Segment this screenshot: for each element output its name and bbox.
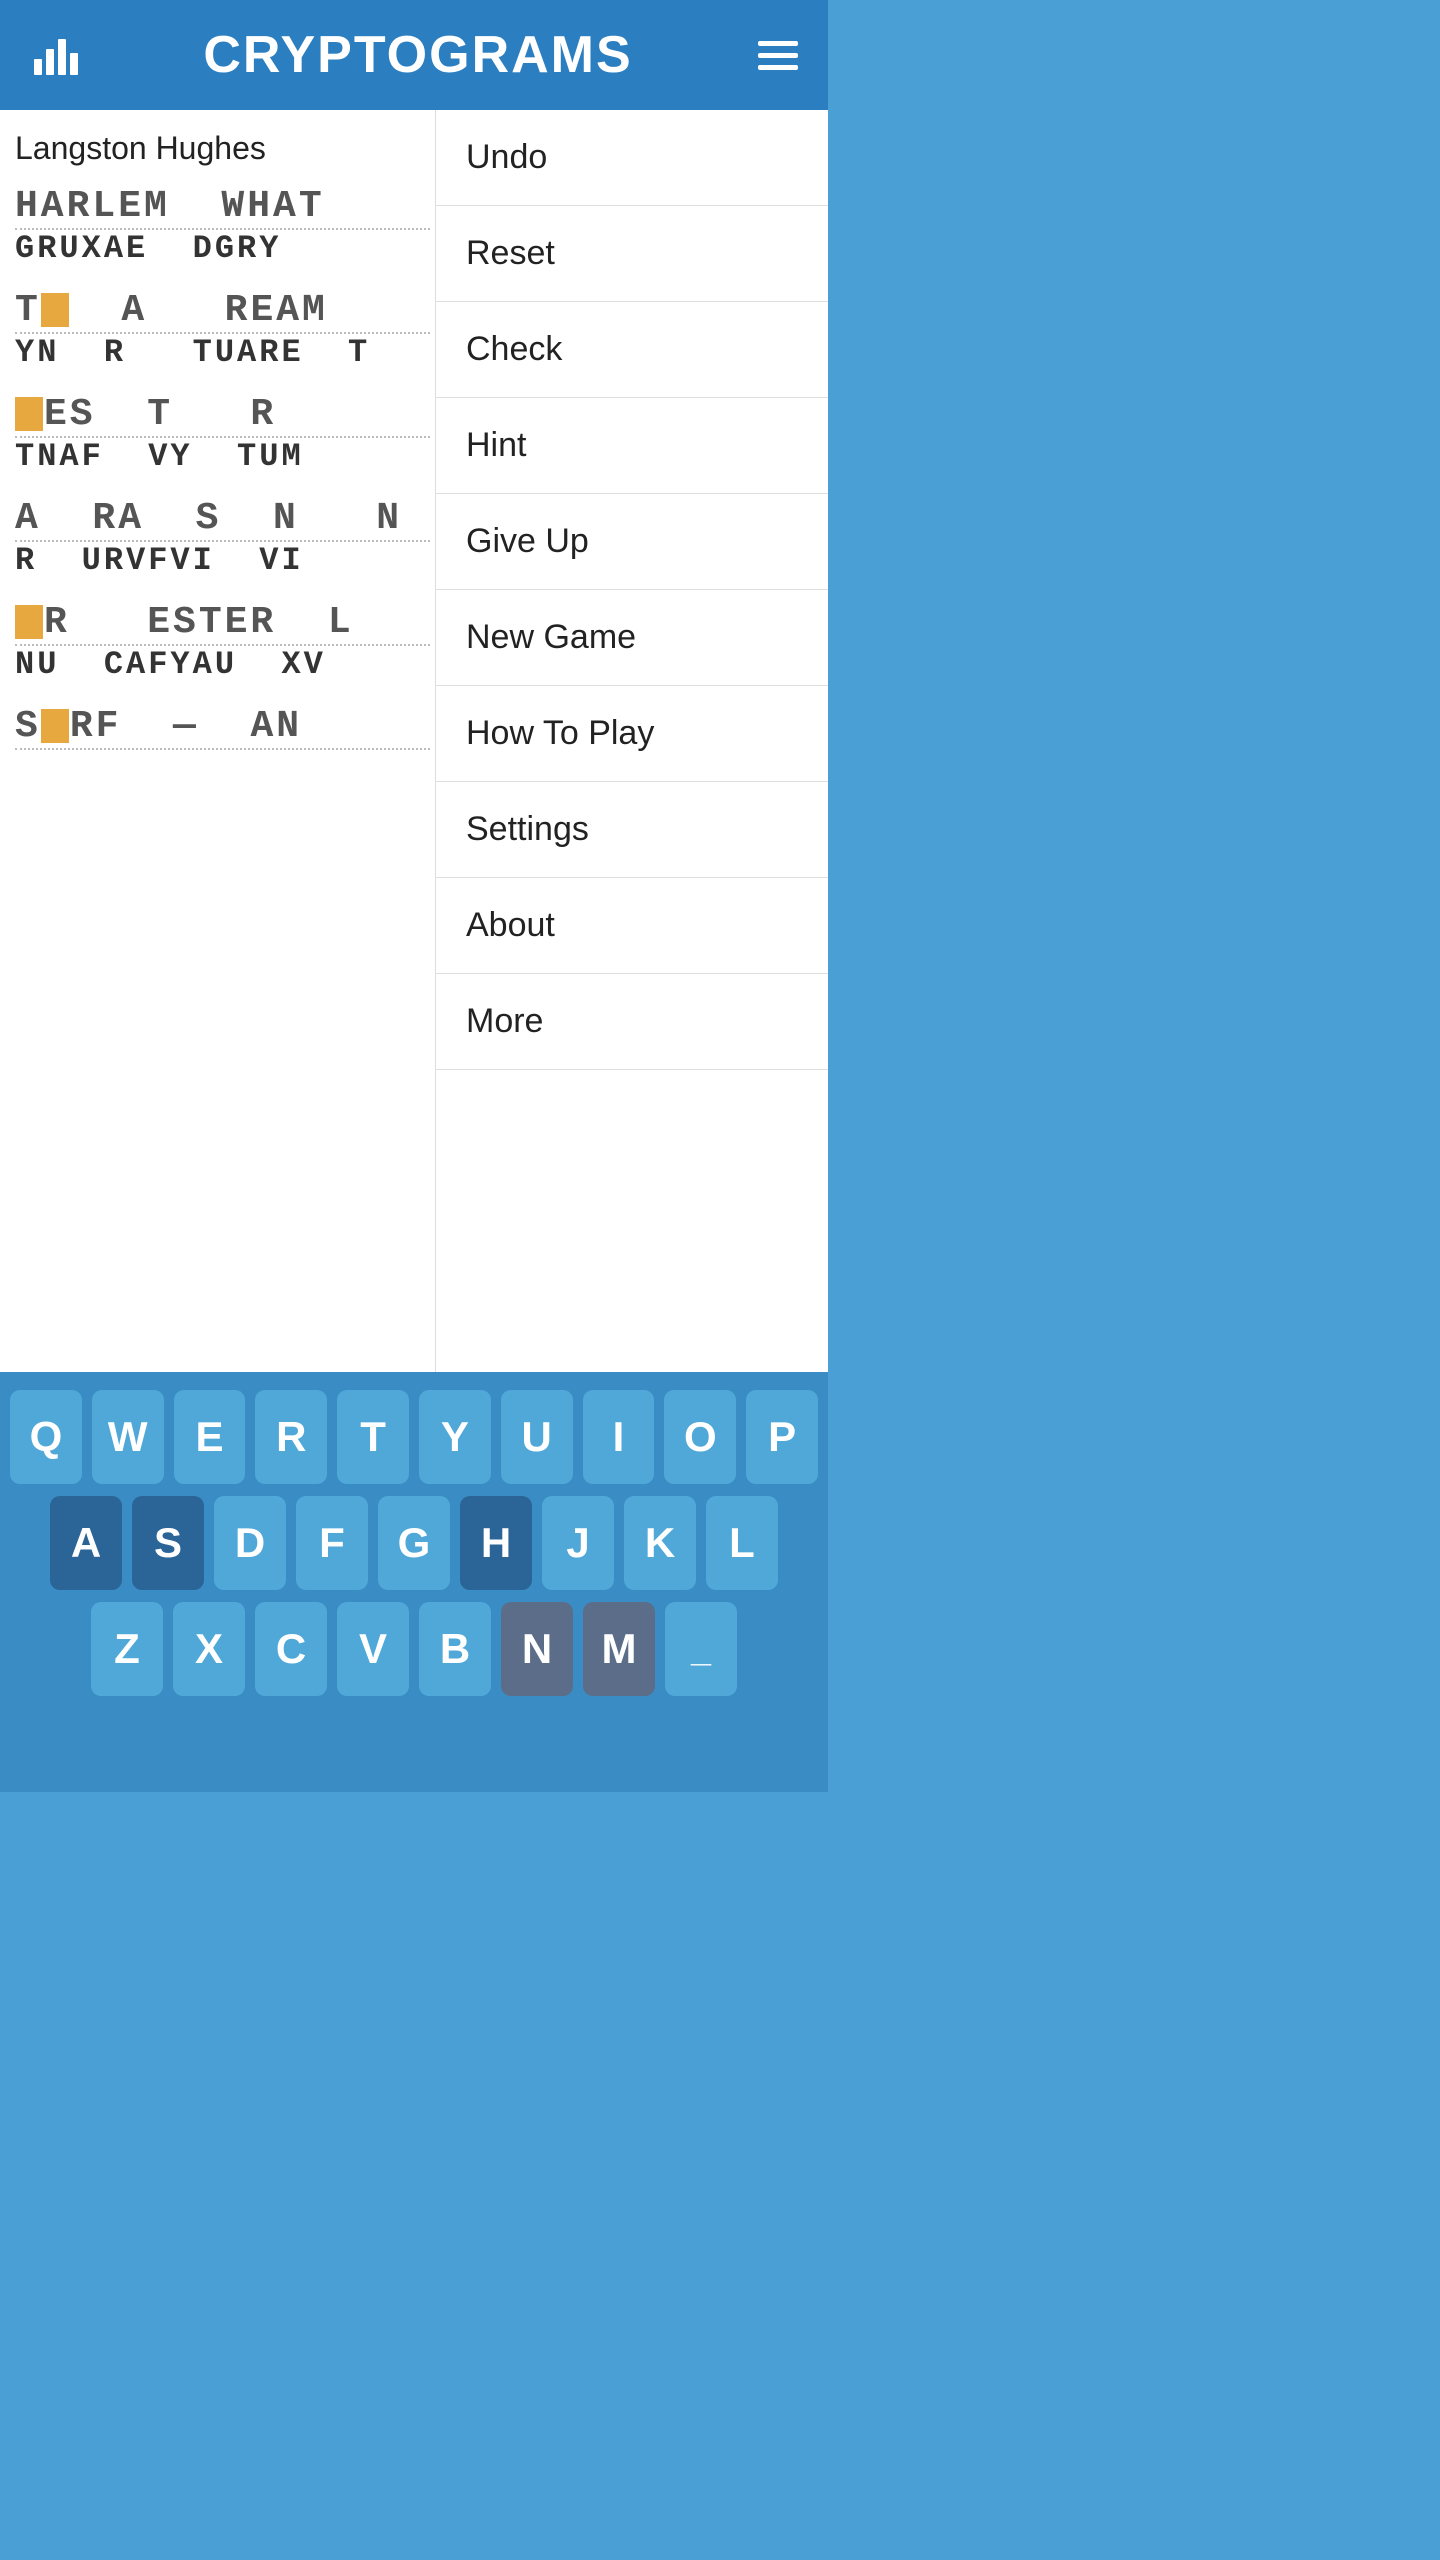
key-c[interactable]: C bbox=[255, 1602, 327, 1696]
decoded-line-1: GRUXAE DGRY bbox=[15, 228, 430, 267]
puzzle-line-pair-4: A RA S N N R URVFVI VI bbox=[15, 497, 430, 579]
key-u[interactable]: U bbox=[501, 1390, 573, 1484]
key-w[interactable]: W bbox=[92, 1390, 164, 1484]
key-s[interactable]: S bbox=[132, 1496, 204, 1590]
keyboard-row-3: Z X C V B N M _ bbox=[10, 1602, 818, 1696]
puzzle-line-pair-1: HARLEM WHAT GRUXAE DGRY bbox=[15, 185, 430, 267]
decoded-line-6 bbox=[15, 748, 430, 787]
context-menu: Undo Reset Check Hint Give Up New Game H… bbox=[435, 110, 828, 1372]
keyboard-row-2: A S D F G H J K L bbox=[10, 1496, 818, 1590]
encoded-line-6: SRF — AN bbox=[15, 705, 430, 748]
puzzle-section-5: R ESTER L NU CAFYAU XV bbox=[15, 601, 430, 683]
key-underscore[interactable]: _ bbox=[665, 1602, 737, 1696]
app-header: Cryptograms bbox=[0, 0, 828, 110]
key-g[interactable]: G bbox=[378, 1496, 450, 1590]
keyboard-row-1: Q W E R T Y U I O P bbox=[10, 1390, 818, 1484]
key-h[interactable]: H bbox=[460, 1496, 532, 1590]
encoded-line-4: A RA S N N bbox=[15, 497, 430, 540]
key-o[interactable]: O bbox=[664, 1390, 736, 1484]
key-a[interactable]: A bbox=[50, 1496, 122, 1590]
decoded-line-2: YN R TUARE T bbox=[15, 332, 430, 371]
hamburger-menu-icon[interactable] bbox=[758, 41, 798, 70]
key-l[interactable]: L bbox=[706, 1496, 778, 1590]
puzzle-line-pair-6: SRF — AN bbox=[15, 705, 430, 787]
key-v[interactable]: V bbox=[337, 1602, 409, 1696]
puzzle-line-pair-2: T A REAM YN R TUARE T bbox=[15, 289, 430, 371]
key-i[interactable]: I bbox=[583, 1390, 655, 1484]
puzzle-section-6: SRF — AN bbox=[15, 705, 430, 787]
decoded-line-3: TNAF VY TUM bbox=[15, 436, 430, 475]
menu-item-check[interactable]: Check bbox=[436, 302, 828, 398]
key-f[interactable]: F bbox=[296, 1496, 368, 1590]
encoded-line-5: R ESTER L bbox=[15, 601, 430, 644]
encoded-line-3: ES T R bbox=[15, 393, 430, 436]
decoded-line-5: NU CAFYAU XV bbox=[15, 644, 430, 683]
key-t[interactable]: T bbox=[337, 1390, 409, 1484]
decoded-line-4: R URVFVI VI bbox=[15, 540, 430, 579]
stats-icon[interactable] bbox=[30, 31, 78, 79]
key-z[interactable]: Z bbox=[91, 1602, 163, 1696]
key-q[interactable]: Q bbox=[10, 1390, 82, 1484]
main-content: Langston Hughes HARLEM WHAT GRUXAE DGRY … bbox=[0, 110, 828, 1372]
key-m[interactable]: M bbox=[583, 1602, 655, 1696]
key-j[interactable]: J bbox=[542, 1496, 614, 1590]
puzzle-line-pair-5: R ESTER L NU CAFYAU XV bbox=[15, 601, 430, 683]
menu-item-reset[interactable]: Reset bbox=[436, 206, 828, 302]
menu-item-more[interactable]: More bbox=[436, 974, 828, 1070]
key-b[interactable]: B bbox=[419, 1602, 491, 1696]
encoded-line-2: T A REAM bbox=[15, 289, 430, 332]
puzzle-area: Langston Hughes HARLEM WHAT GRUXAE DGRY … bbox=[0, 110, 445, 1372]
key-y[interactable]: Y bbox=[419, 1390, 491, 1484]
menu-item-how-to-play[interactable]: How To Play bbox=[436, 686, 828, 782]
key-x[interactable]: X bbox=[173, 1602, 245, 1696]
puzzle-section-1: HARLEM WHAT GRUXAE DGRY bbox=[15, 185, 430, 267]
puzzle-section-3: ES T R TNAF VY TUM bbox=[15, 393, 430, 475]
key-k[interactable]: K bbox=[624, 1496, 696, 1590]
key-n[interactable]: N bbox=[501, 1602, 573, 1696]
menu-item-settings[interactable]: Settings bbox=[436, 782, 828, 878]
key-r[interactable]: R bbox=[255, 1390, 327, 1484]
puzzle-section-4: A RA S N N R URVFVI VI bbox=[15, 497, 430, 579]
puzzle-line-pair-3: ES T R TNAF VY TUM bbox=[15, 393, 430, 475]
menu-item-undo[interactable]: Undo bbox=[436, 110, 828, 206]
author-name: Langston Hughes bbox=[15, 130, 430, 167]
encoded-line-1: HARLEM WHAT bbox=[15, 185, 430, 228]
app-title: Cryptograms bbox=[203, 25, 632, 85]
menu-item-hint[interactable]: Hint bbox=[436, 398, 828, 494]
puzzle-section-2: T A REAM YN R TUARE T bbox=[15, 289, 430, 371]
key-d[interactable]: D bbox=[214, 1496, 286, 1590]
key-e[interactable]: E bbox=[174, 1390, 246, 1484]
key-p[interactable]: P bbox=[746, 1390, 818, 1484]
menu-item-give-up[interactable]: Give Up bbox=[436, 494, 828, 590]
keyboard: Q W E R T Y U I O P A S D F G H J K L Z … bbox=[0, 1372, 828, 1792]
menu-item-about[interactable]: About bbox=[436, 878, 828, 974]
menu-item-new-game[interactable]: New Game bbox=[436, 590, 828, 686]
